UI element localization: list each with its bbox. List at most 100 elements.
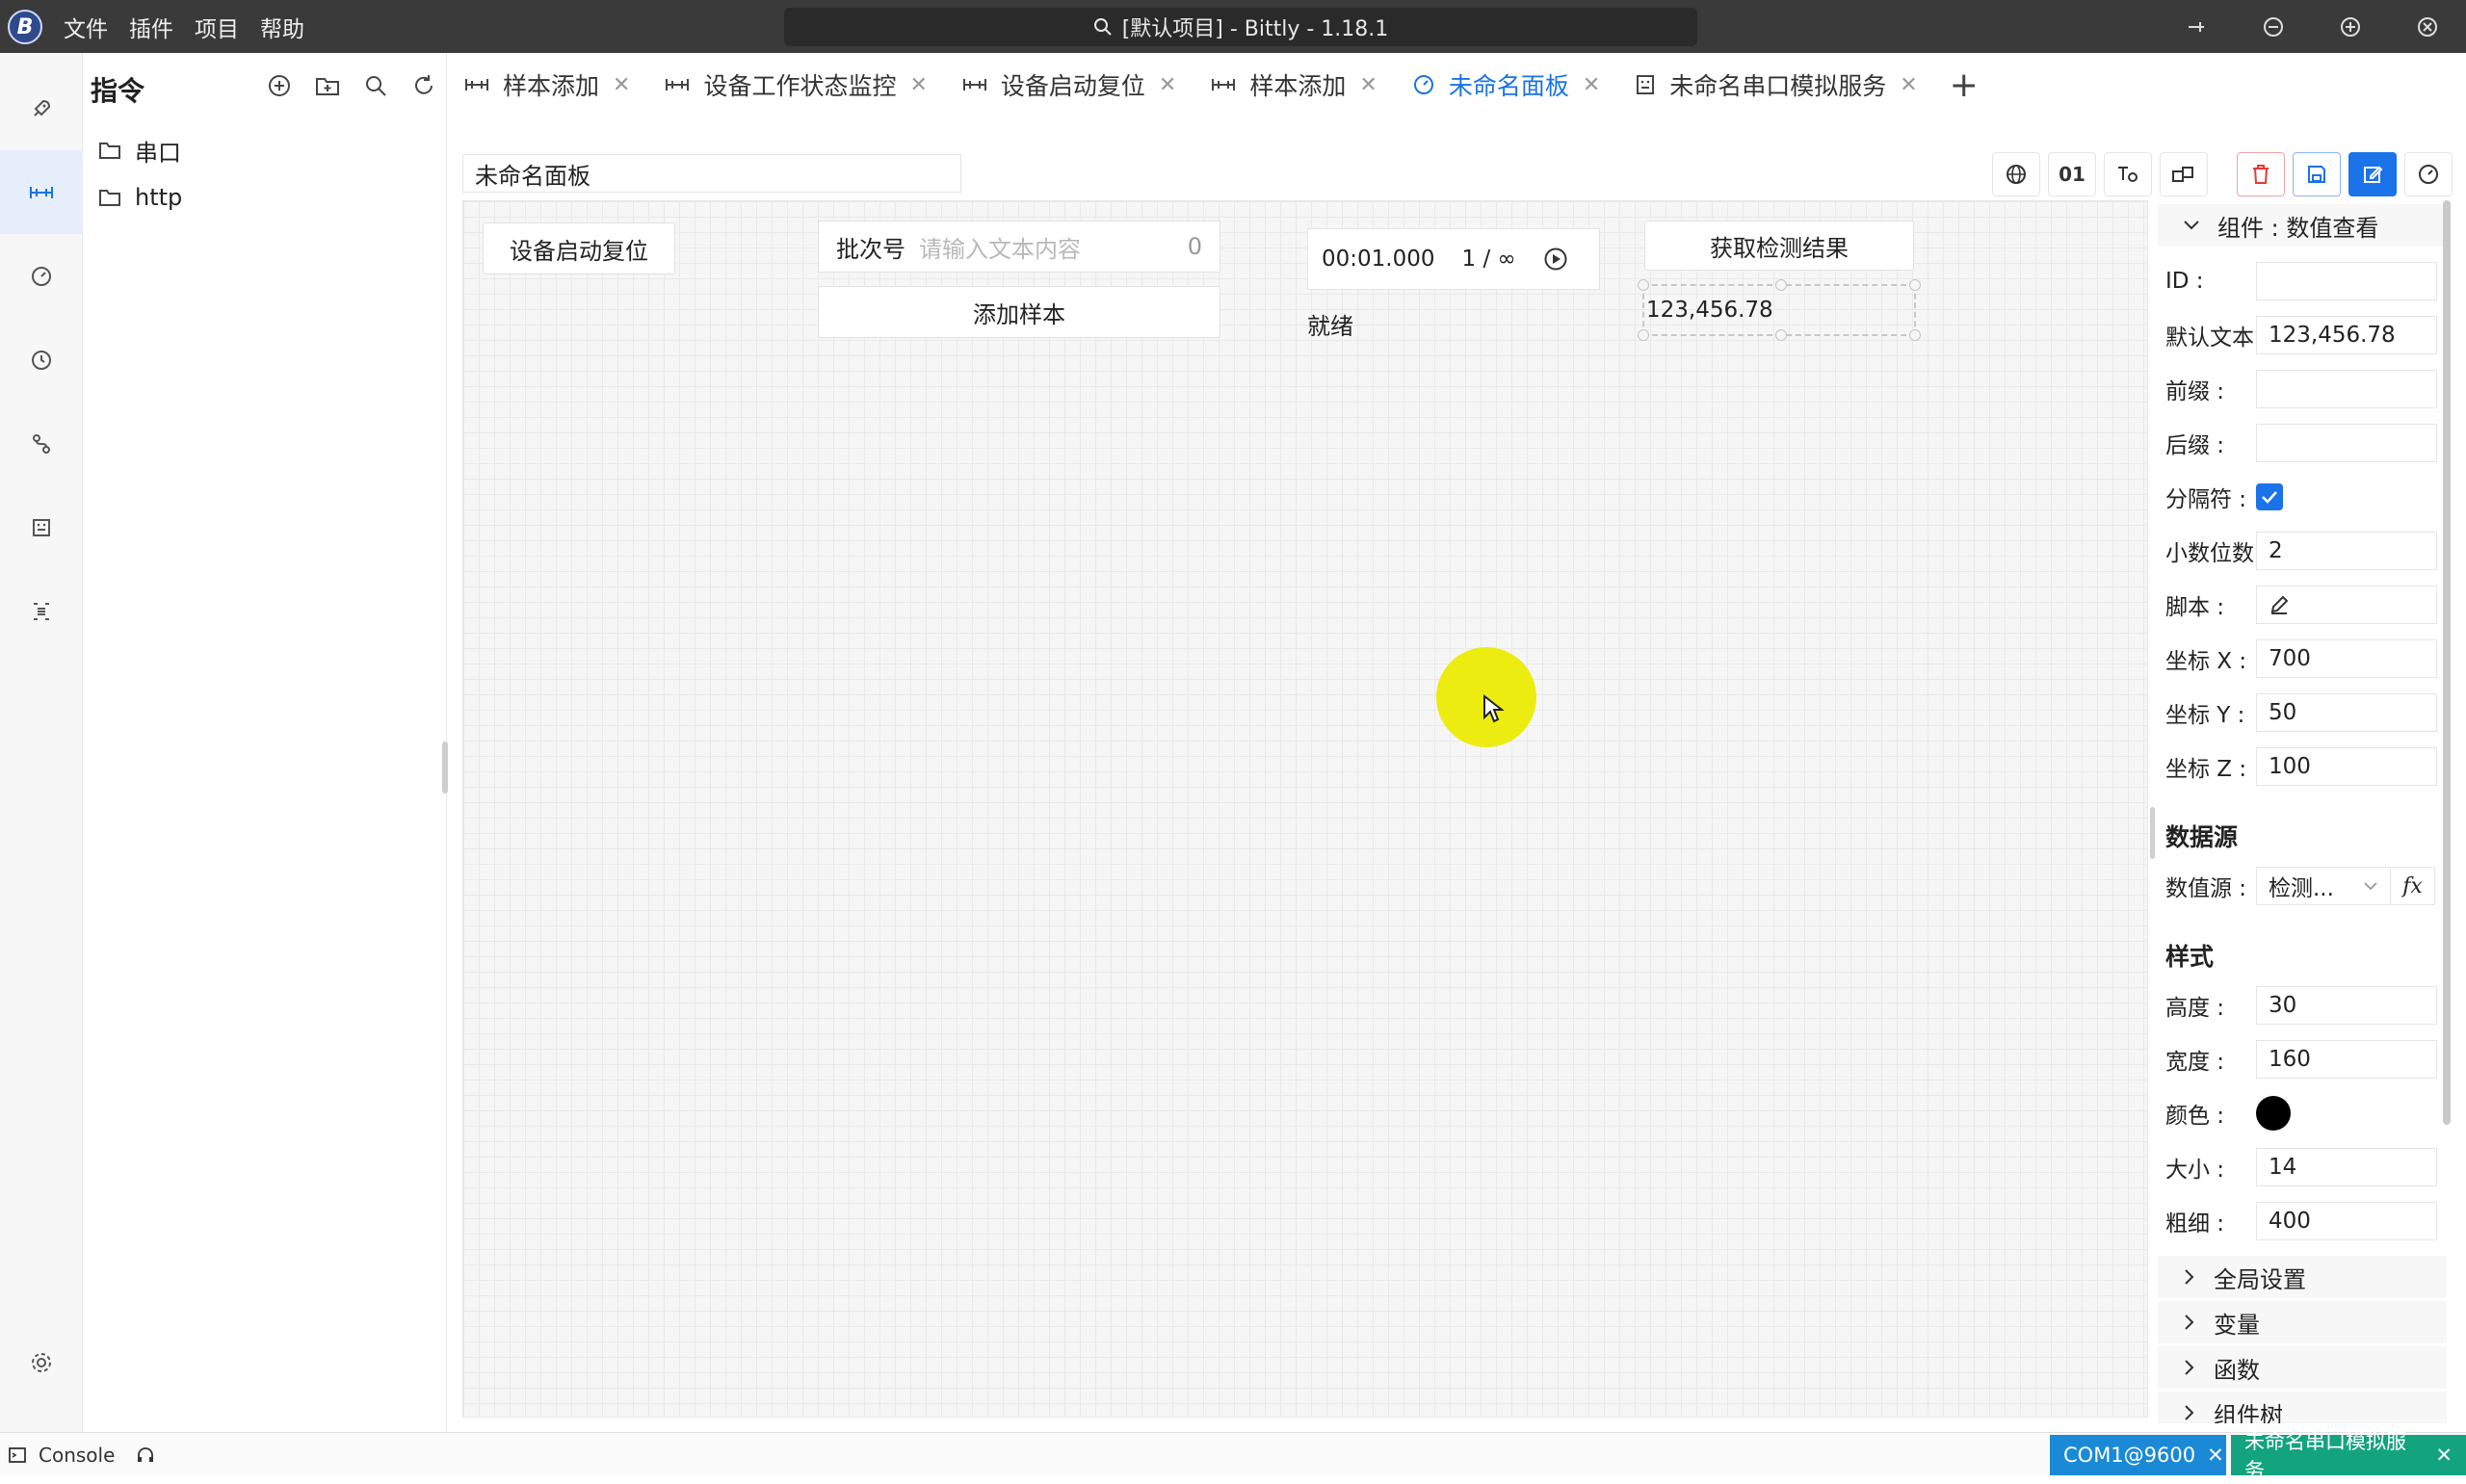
save-icon <box>2308 166 2325 183</box>
resize-handle[interactable] <box>1909 279 1921 291</box>
activity-dashboard[interactable] <box>0 234 83 318</box>
font-size-field[interactable]: 14 <box>2256 1148 2437 1186</box>
separator-checkbox[interactable] <box>2256 483 2283 510</box>
group-component-tree[interactable]: 组件树 <box>2158 1392 2447 1423</box>
minimize-icon <box>2264 16 2283 37</box>
tab-device-reset[interactable]: 设备启动复位 ✕ <box>945 53 1194 117</box>
default-text-field[interactable]: 123,456.78 <box>2256 316 2437 354</box>
height-field[interactable]: 30 <box>2256 986 2437 1025</box>
close-icon <box>2418 16 2437 37</box>
tab-untitled-panel[interactable]: 未命名面板 ✕ <box>1395 53 1617 117</box>
activity-commands[interactable] <box>0 150 83 234</box>
component-group-header[interactable]: 组件 : 数值查看 <box>2158 204 2447 247</box>
id-field[interactable] <box>2256 262 2437 300</box>
tab-close-icon[interactable]: ✕ <box>1159 73 1176 97</box>
menu-project[interactable]: 项目 <box>195 11 239 43</box>
resize-handle[interactable] <box>1909 329 1921 341</box>
menu-file[interactable]: 文件 <box>64 11 108 43</box>
activity-flow[interactable] <box>0 402 83 485</box>
delete-button[interactable] <box>2237 152 2285 196</box>
search-command-button[interactable] <box>360 70 391 101</box>
suffix-field[interactable] <box>2256 424 2437 462</box>
tab-close-icon[interactable]: ✕ <box>1359 73 1377 97</box>
globe-button[interactable] <box>1992 152 2040 196</box>
tab-untitled-mock-service[interactable]: 未命名串口模拟服务 ✕ <box>1617 53 1934 117</box>
activity-history[interactable] <box>0 318 83 402</box>
menu-help[interactable]: 帮助 <box>260 11 304 43</box>
activity-tests[interactable] <box>0 569 83 653</box>
close-window-button[interactable] <box>2389 0 2466 53</box>
resize-handle[interactable] <box>1775 329 1787 341</box>
panel-canvas[interactable]: 设备启动复位 批次号 请输入文本内容 0 添加样本 00:01.000 1 / … <box>462 200 2148 1418</box>
prop-width: 宽度 : 160 <box>2165 1038 2445 1080</box>
widget-number-view[interactable]: 123,456.78 <box>1638 279 1921 341</box>
props-resize-handle[interactable] <box>2150 807 2155 859</box>
fx-button[interactable]: fx <box>2391 867 2435 905</box>
tab-device-status-monitor[interactable]: 设备工作状态监控 ✕ <box>647 53 944 117</box>
prop-label: 坐标 X : <box>2165 649 2247 674</box>
widget-batch-input[interactable]: 批次号 请输入文本内容 0 <box>818 221 1220 273</box>
resize-handle[interactable] <box>1638 279 1649 291</box>
activity-rocket[interactable] <box>0 66 83 150</box>
plus-icon: + <box>1949 65 1979 105</box>
explorer-resize-handle[interactable] <box>442 742 448 794</box>
tab-sample-add-1[interactable]: 样本添加 ✕ <box>447 53 647 117</box>
script-edit-field[interactable] <box>2256 586 2437 624</box>
run-mode-button[interactable] <box>2404 152 2453 196</box>
flow-settings-button[interactable] <box>2104 152 2152 196</box>
pin-button[interactable] <box>2158 0 2235 53</box>
pos-y-field[interactable]: 50 <box>2256 693 2437 732</box>
binary-button[interactable]: 01 <box>2048 152 2096 196</box>
maximize-button[interactable] <box>2312 0 2389 53</box>
activity-settings[interactable] <box>0 1320 83 1404</box>
widget-fetch-result-button[interactable]: 获取检测结果 <box>1644 221 1914 271</box>
close-icon[interactable]: ✕ <box>2207 1444 2224 1467</box>
headset-icon[interactable] <box>136 1445 155 1465</box>
prefix-field[interactable] <box>2256 370 2437 408</box>
serial-port-chip[interactable]: COM1@9600 ✕ <box>2050 1435 2226 1475</box>
panel-name-input[interactable]: 未命名面板 <box>462 154 961 193</box>
save-button[interactable] <box>2293 152 2341 196</box>
datasource-select[interactable]: 检测... <box>2256 867 2391 905</box>
decimals-field[interactable]: 2 <box>2256 532 2437 570</box>
tab-close-icon[interactable]: ✕ <box>909 73 927 97</box>
tab-sample-add-2[interactable]: 样本添加 ✕ <box>1194 53 1394 117</box>
tab-close-icon[interactable]: ✕ <box>1900 73 1917 97</box>
prop-label: 后缀 : <box>2165 433 2225 458</box>
tab-close-icon[interactable]: ✕ <box>613 73 630 97</box>
resize-handle[interactable] <box>1775 279 1787 291</box>
add-folder-button[interactable] <box>312 70 343 101</box>
props-scrollbar[interactable] <box>2443 200 2451 1125</box>
close-icon[interactable]: ✕ <box>2435 1444 2453 1467</box>
group-global-settings[interactable]: 全局设置 <box>2158 1256 2447 1298</box>
widget-device-reset-button[interactable]: 设备启动复位 <box>483 222 675 274</box>
font-weight-field[interactable]: 400 <box>2256 1202 2437 1240</box>
new-tab-button[interactable]: + <box>1935 53 1993 117</box>
activity-mock-service[interactable] <box>0 485 83 569</box>
play-icon[interactable] <box>1543 247 1568 272</box>
components-button[interactable] <box>2160 152 2208 196</box>
group-variables[interactable]: 变量 <box>2158 1301 2447 1343</box>
menu-plugins[interactable]: 插件 <box>129 11 173 43</box>
refresh-button[interactable] <box>408 70 439 101</box>
prop-pos-z: 坐标 Z : 100 <box>2165 745 2445 788</box>
widget-add-sample-button[interactable]: 添加样本 <box>818 286 1220 338</box>
title-search-box[interactable]: [默认项目] - Bittly - 1.18.1 <box>784 8 1697 46</box>
pos-x-field[interactable]: 700 <box>2256 639 2437 678</box>
minimize-button[interactable] <box>2235 0 2312 53</box>
group-functions[interactable]: 函数 <box>2158 1346 2447 1389</box>
width-field[interactable]: 160 <box>2256 1040 2437 1079</box>
console-toggle[interactable]: Console <box>8 1433 155 1476</box>
pencil-icon <box>2270 595 2289 614</box>
chevron-right-icon <box>2185 1315 2194 1330</box>
mock-service-chip[interactable]: 未命名串口模拟服务 ✕ <box>2231 1430 2466 1482</box>
edit-mode-button[interactable] <box>2348 152 2397 196</box>
add-command-button[interactable] <box>264 70 295 101</box>
pos-z-field[interactable]: 100 <box>2256 747 2437 786</box>
tree-folder-serial[interactable]: 串口 <box>98 129 181 171</box>
prop-id: ID : <box>2165 260 2445 302</box>
tree-folder-http[interactable]: http <box>98 176 182 219</box>
color-picker[interactable] <box>2256 1096 2291 1131</box>
resize-handle[interactable] <box>1638 329 1649 341</box>
tab-close-icon[interactable]: ✕ <box>1583 73 1600 97</box>
